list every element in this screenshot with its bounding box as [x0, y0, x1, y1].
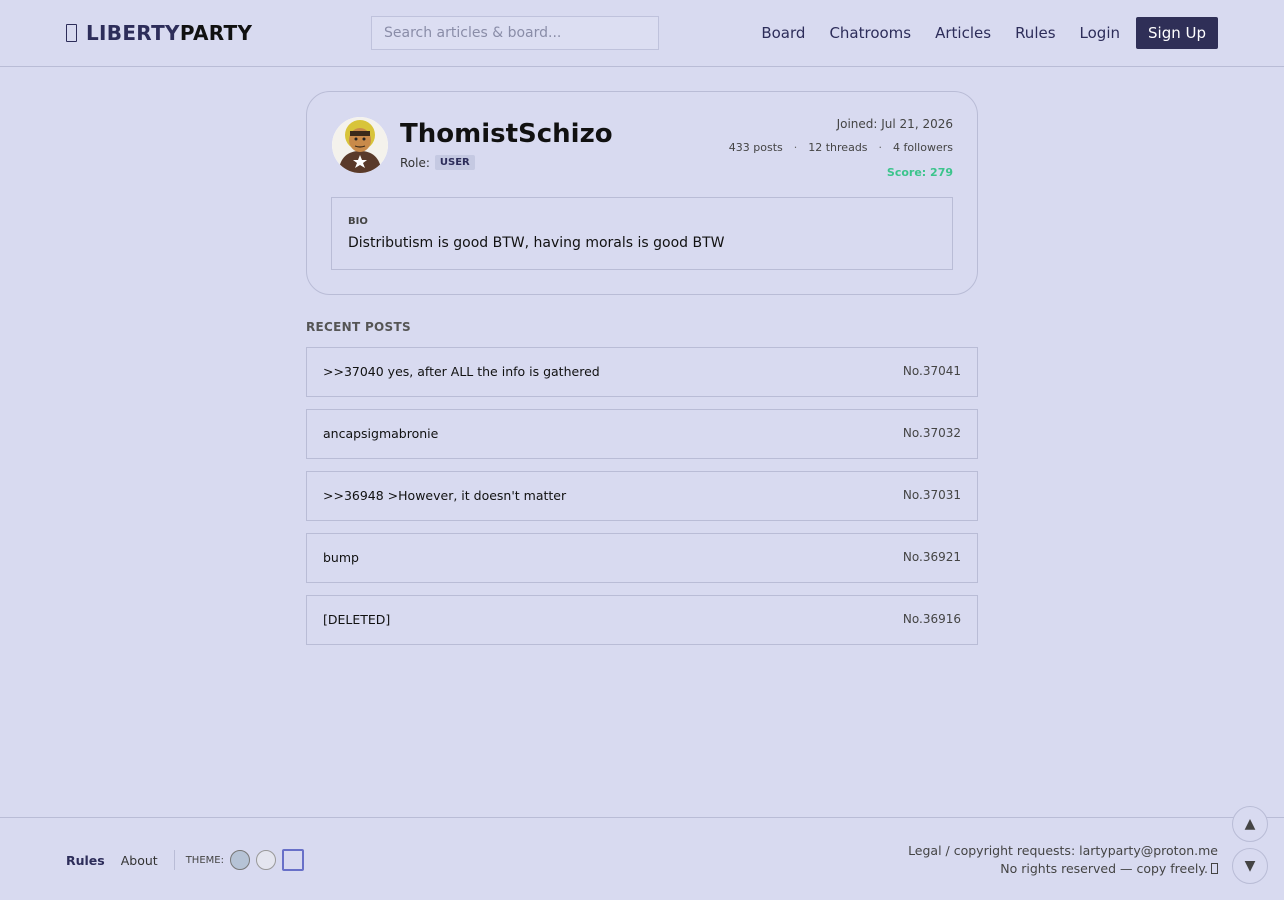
rights-text: No rights reserved — copy freely.: [1000, 861, 1208, 876]
post-text: ancapsigmabronie: [323, 426, 439, 441]
post-number[interactable]: No.36921: [903, 550, 961, 564]
profile-username: ThomistSchizo: [400, 119, 613, 149]
main-nav: Board Chatrooms Articles Rules Login Sig…: [737, 17, 1218, 49]
site-footer: Rules About THEME: Legal / copyright req…: [0, 817, 1284, 900]
joined-date: Joined: Jul 21, 2026: [836, 117, 953, 131]
avatar: [332, 117, 388, 173]
post-count: 433 posts: [728, 141, 783, 154]
logo-icon: [66, 24, 77, 42]
post-number[interactable]: No.37032: [903, 426, 961, 440]
footer-legal: Legal / copyright requests: lartyparty@p…: [908, 842, 1218, 878]
post-number[interactable]: No.37041: [903, 364, 961, 378]
footer-divider: [173, 850, 175, 870]
bio-label: BIO: [348, 216, 368, 227]
theme-swatch-light[interactable]: [255, 850, 276, 870]
thread-count: 12 threads: [808, 141, 868, 154]
post-number[interactable]: No.36916: [903, 612, 961, 626]
recent-posts-title: RECENT POSTS: [306, 320, 411, 334]
rights-line: No rights reserved — copy freely.: [908, 860, 1218, 878]
theme-swatch-lavender-selected[interactable]: [281, 849, 304, 871]
nav-board[interactable]: Board: [761, 24, 805, 42]
role-badge: USER: [434, 155, 475, 170]
site-header: LIBERTYPARTY Board Chatrooms Articles Ru…: [0, 0, 1284, 67]
profile-role: Role: USER: [400, 155, 475, 170]
post-number[interactable]: No.37031: [903, 488, 961, 502]
post-item[interactable]: ancapsigmabronie No.37032: [306, 409, 978, 459]
recent-posts-list: >>37040 yes, after ALL the info is gathe…: [306, 347, 978, 657]
nav-articles[interactable]: Articles: [935, 24, 991, 42]
profile-stats: 433 posts · 12 threads · 4 followers: [729, 141, 953, 154]
nav-chatrooms[interactable]: Chatrooms: [829, 24, 911, 42]
footer-about-link[interactable]: About: [121, 853, 158, 868]
nav-login[interactable]: Login: [1080, 24, 1120, 42]
post-text: >>37040 yes, after ALL the info is gathe…: [323, 364, 600, 379]
logo-text-party: PARTY: [179, 21, 253, 45]
post-text: [DELETED]: [323, 612, 391, 627]
profile-card: ThomistSchizo Role: USER Joined: Jul 21,…: [306, 91, 978, 295]
logo-text-liberty: LIBERTY: [86, 21, 180, 45]
signup-button[interactable]: Sign Up: [1136, 17, 1218, 49]
avatar-image: [332, 117, 388, 173]
post-item[interactable]: >>36948 >However, it doesn't matter No.3…: [306, 471, 978, 521]
footer-rules-link[interactable]: Rules: [66, 853, 105, 868]
profile-score: Score: 279: [886, 166, 953, 179]
footer-links: Rules About THEME:: [66, 848, 310, 872]
stat-separator: ·: [793, 141, 798, 154]
scroll-up-button[interactable]: ▲: [1232, 806, 1268, 842]
post-item[interactable]: [DELETED] No.36916: [306, 595, 978, 645]
scroll-down-button[interactable]: ▼: [1232, 848, 1268, 884]
theme-swatch-blue[interactable]: [229, 850, 250, 870]
role-label: Role:: [400, 155, 430, 170]
bio-box: BIO Distributism is good BTW, having mor…: [331, 197, 953, 270]
follower-count: 4 followers: [893, 141, 953, 154]
bio-text: Distributism is good BTW, having morals …: [348, 235, 725, 251]
post-text: >>36948 >However, it doesn't matter: [323, 488, 567, 503]
post-text: bump: [323, 550, 359, 565]
post-item[interactable]: >>37040 yes, after ALL the info is gathe…: [306, 347, 978, 397]
stat-separator: ·: [878, 141, 883, 154]
copyleft-icon: [1211, 863, 1218, 874]
post-item[interactable]: bump No.36921: [306, 533, 978, 583]
site-logo[interactable]: LIBERTY PARTY: [66, 21, 252, 45]
legal-text: Legal / copyright requests: lartyparty@p…: [908, 843, 1218, 858]
search-input[interactable]: [371, 16, 659, 50]
theme-label: THEME:: [185, 854, 224, 866]
nav-rules[interactable]: Rules: [1015, 24, 1055, 42]
